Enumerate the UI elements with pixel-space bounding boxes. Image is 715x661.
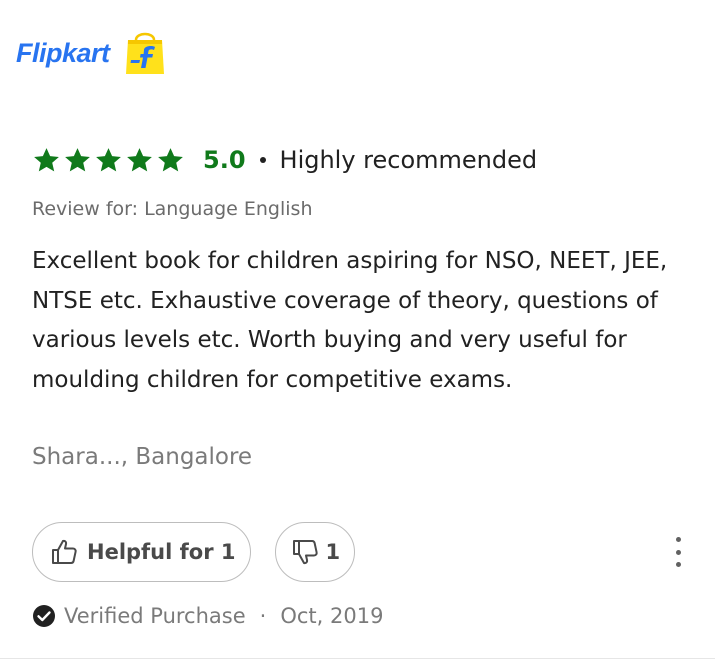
review-date: Oct, 2019 <box>280 604 384 628</box>
helpful-label: Helpful for 1 <box>87 540 236 564</box>
star-icon <box>65 148 90 172</box>
star-icon <box>34 148 59 172</box>
date-separator: · <box>259 604 267 628</box>
header: Flipkart <box>16 30 168 76</box>
star-icon <box>96 148 121 172</box>
review-actions: Helpful for 1 1 <box>32 522 695 582</box>
flipkart-logo-text[interactable]: Flipkart <box>16 38 110 69</box>
verified-label: Verified Purchase <box>64 604 246 628</box>
review-for-value: Language English <box>144 198 313 220</box>
star-rating <box>32 146 185 174</box>
review-for: Review for: Language English <box>32 198 695 220</box>
review-for-label: Review for: <box>32 198 139 220</box>
verified-check-icon <box>33 605 55 627</box>
more-dot <box>675 537 681 542</box>
helpful-button[interactable]: Helpful for 1 <box>32 522 251 582</box>
review-headline: Highly recommended <box>279 146 538 174</box>
reviewer-name-location: Shara..., Bangalore <box>32 444 253 470</box>
dislike-count: 1 <box>325 540 341 564</box>
review-card: 5.0 Highly recommended Review for: Langu… <box>32 138 695 472</box>
separator-dot <box>259 157 266 163</box>
star-icon <box>158 148 183 172</box>
more-options-icon[interactable] <box>673 537 683 567</box>
rating-score: 5.0 <box>203 146 246 174</box>
thumbs-up-icon <box>52 539 77 564</box>
thumbs-down-icon <box>292 540 318 565</box>
not-helpful-button[interactable]: 1 <box>274 522 356 582</box>
star-icon <box>127 148 152 172</box>
verified-purchase-row: Verified Purchase · Oct, 2019 <box>32 604 383 628</box>
more-dot <box>675 549 681 555</box>
shopping-bag-icon[interactable] <box>122 30 168 76</box>
rating-row: 5.0 Highly recommended <box>32 138 695 182</box>
more-dot <box>675 562 681 567</box>
divider <box>0 658 715 659</box>
review-body: Excellent book for children aspiring for… <box>32 248 668 393</box>
